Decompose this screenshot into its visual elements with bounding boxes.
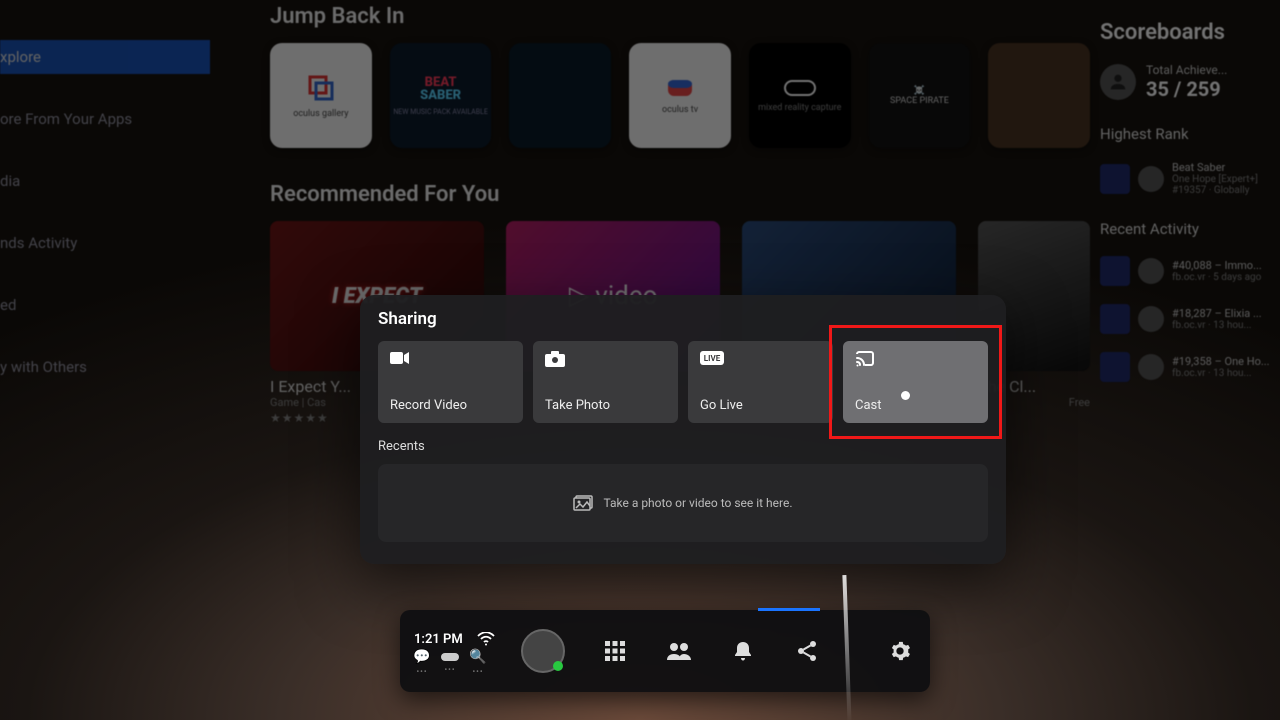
- sidebar-item-with-others[interactable]: y with Others: [0, 350, 210, 384]
- media-icon: [573, 495, 593, 511]
- headset-shortcut[interactable]: •••: [442, 655, 458, 671]
- sharing-modal: Sharing Record Video Take Photo LIVE Go …: [360, 295, 1006, 564]
- scoreboard-panel: Scoreboards Total Achieve... 35 / 259 Hi…: [1100, 20, 1280, 382]
- tile-oculus-gallery[interactable]: oculus gallery: [270, 43, 372, 148]
- recents-title: Recents: [378, 439, 988, 454]
- avatar-icon: [1138, 166, 1164, 192]
- game-thumb-icon: [1100, 352, 1130, 382]
- tile-app-7[interactable]: [988, 43, 1090, 148]
- section-jump-back-title: Jump Back In: [270, 4, 1090, 29]
- recent-item[interactable]: #40,088 – Immo...fb.oc.vr · 5 days ago: [1100, 256, 1280, 286]
- take-photo-button[interactable]: Take Photo: [533, 341, 678, 423]
- recent-item[interactable]: #18,287 – Elixia ...fb.oc.vr · 13 hou...: [1100, 304, 1280, 334]
- pointer-cursor: [901, 391, 910, 400]
- sidebar-item-media[interactable]: dia: [0, 164, 210, 198]
- recents-empty: Take a photo or video to see it here.: [378, 464, 988, 542]
- sidebar: xplore ore From Your Apps dia nds Activi…: [0, 0, 210, 384]
- system-dock: 1:21 PM 💬••• ••• 🔍•••: [400, 610, 930, 692]
- jump-back-tiles: oculus gallery BEATSABER NEW MUSIC PACK …: [270, 43, 1090, 148]
- record-video-button[interactable]: Record Video: [378, 341, 523, 423]
- share-button[interactable]: [793, 637, 821, 665]
- wifi-icon: [477, 632, 495, 646]
- sharing-title: Sharing: [378, 309, 988, 329]
- search-shortcut[interactable]: 🔍•••: [470, 655, 486, 671]
- sidebar-item-from-apps[interactable]: ore From Your Apps: [0, 102, 210, 136]
- record-icon: [390, 351, 511, 365]
- cast-icon: [855, 351, 976, 367]
- recent-item[interactable]: #19,358 – One Ho...fb.oc.vr · 13 hou...: [1100, 352, 1280, 382]
- clock: 1:21 PM: [414, 632, 463, 647]
- tile-app-3[interactable]: [509, 43, 611, 148]
- go-live-button[interactable]: LIVE Go Live: [688, 341, 833, 423]
- avatar-icon: [1138, 306, 1164, 332]
- active-indicator: [758, 608, 820, 611]
- game-thumb-icon: [1100, 304, 1130, 334]
- live-icon: LIVE: [700, 351, 821, 365]
- avatar-icon: [1138, 258, 1164, 284]
- highest-rank-label: Highest Rank: [1100, 125, 1280, 143]
- sidebar-item-friends-activity[interactable]: nds Activity: [0, 226, 210, 260]
- tile-space-pirate[interactable]: ☠️SPACE PIRATE: [869, 43, 971, 148]
- game-thumb-icon: [1100, 256, 1130, 286]
- profile-button[interactable]: [521, 629, 565, 673]
- game-thumb-icon: [1100, 164, 1130, 194]
- people-button[interactable]: [665, 637, 693, 665]
- sidebar-item-explore[interactable]: xplore: [0, 40, 210, 74]
- highlight-annotation: [829, 325, 1002, 439]
- recent-activity-label: Recent Activity: [1100, 220, 1280, 238]
- avatar-icon: [1100, 64, 1136, 100]
- cast-button[interactable]: Cast: [843, 341, 988, 423]
- tile-oculus-tv[interactable]: oculus tv: [629, 43, 731, 148]
- sidebar-item-feed[interactable]: ed: [0, 288, 210, 322]
- scoreboard-title: Scoreboards: [1100, 20, 1280, 45]
- avatar-icon: [1138, 354, 1164, 380]
- apps-button[interactable]: [601, 637, 629, 665]
- svg-text:LIVE: LIVE: [704, 354, 721, 363]
- achievements-row[interactable]: Total Achieve... 35 / 259: [1100, 63, 1280, 101]
- tile-mixed-reality-capture[interactable]: mixed reality capture: [749, 43, 851, 148]
- highest-rank-item[interactable]: Beat Saber One Hope [Expert+] #19357 · G…: [1100, 161, 1280, 196]
- chat-shortcut[interactable]: 💬•••: [414, 655, 430, 671]
- section-recommended-title: Recommended For You: [270, 182, 1090, 207]
- tile-beat-saber[interactable]: BEATSABER NEW MUSIC PACK AVAILABLE: [390, 43, 492, 148]
- settings-button[interactable]: [886, 637, 914, 665]
- notifications-button[interactable]: [729, 637, 757, 665]
- camera-icon: [545, 351, 666, 367]
